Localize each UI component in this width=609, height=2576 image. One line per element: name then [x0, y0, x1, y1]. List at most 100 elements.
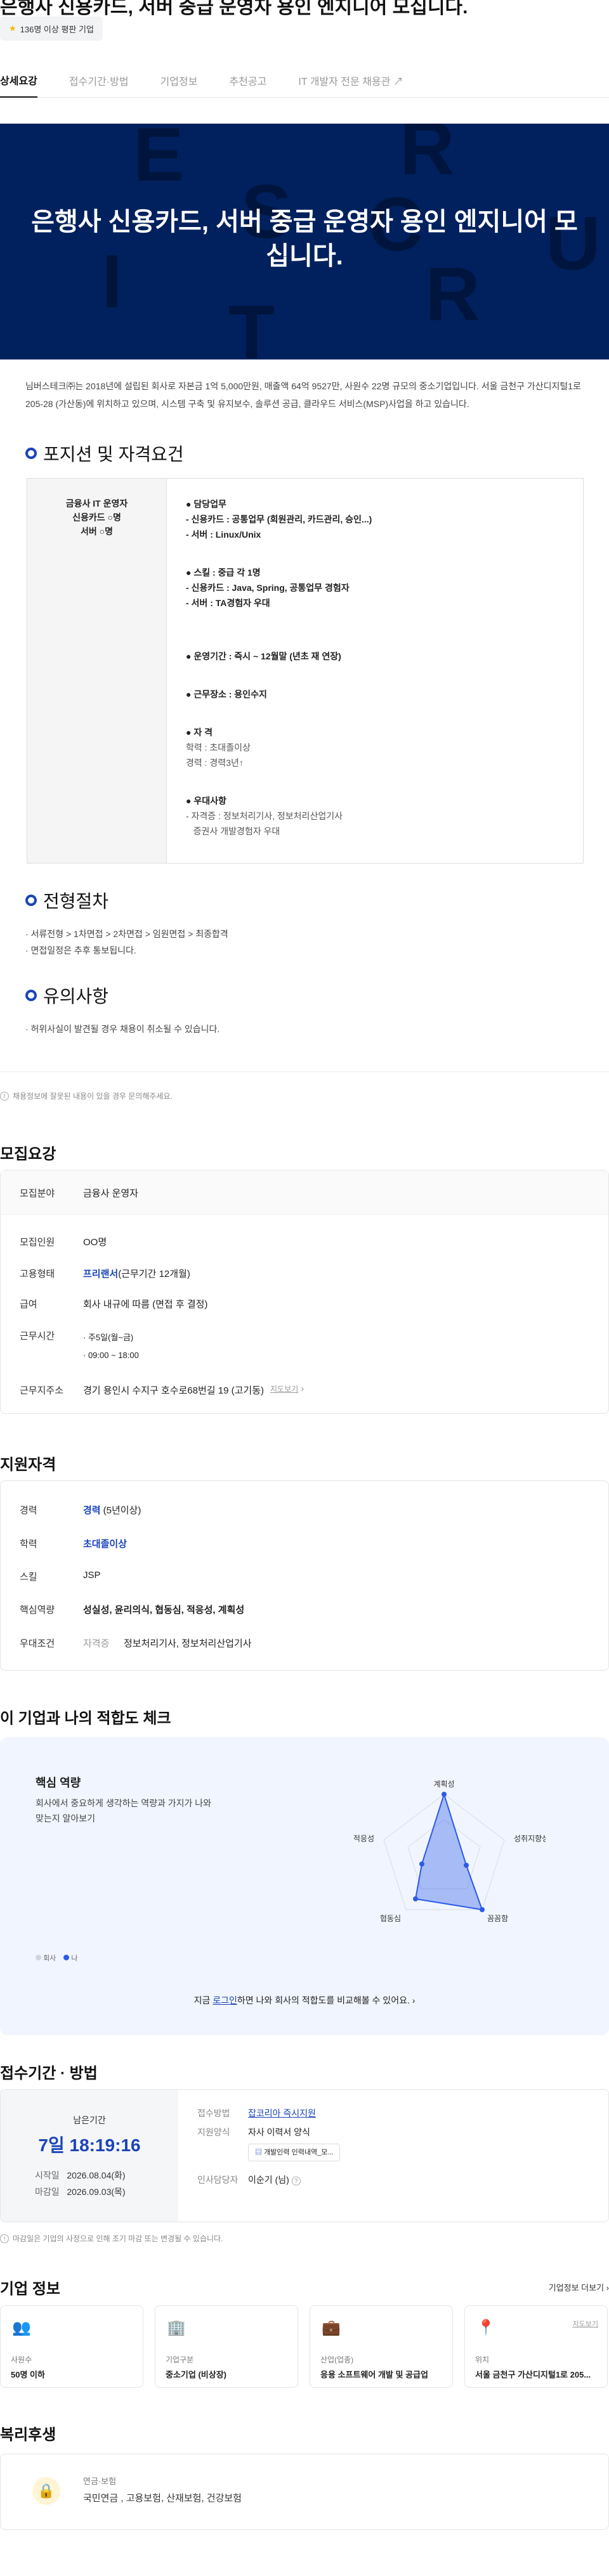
row-subkey: 자격증 [83, 1638, 110, 1649]
axis-label: 성취지향성 [514, 1834, 546, 1843]
building-icon: 🏢 [167, 2319, 186, 2336]
career-value: 경력 [83, 1505, 101, 1516]
tab-recommend[interactable]: 추천공고 [229, 73, 266, 97]
badge-label: 136명 이상 평판 기업 [20, 24, 94, 34]
tab-it-hall[interactable]: IT 개발자 전문 채용관 ↗ [298, 73, 403, 97]
position-table: 금융사 IT 운영자 신용카드 ○명 서버 ○명 ● 담당업무 - 신용카드 :… [27, 478, 584, 864]
qual-line: 학력 : 초대졸이상 [186, 742, 251, 753]
skill-title: ● 스킬 : 중급 각 1명 [186, 567, 261, 578]
apply-detail: 접수방법 잡코리아 즉시지원 지원양식 자사 이력서 양식 ▤ 개발인력 인력내역_… [197, 2104, 341, 2189]
card-label: 산업(업종) [320, 2355, 354, 2364]
caution-text: · 허위사실이 발견될 경우 채용이 취소될 수 있습니다. [25, 1024, 220, 1034]
welfare-box: 🔒 연금·보험 국민연금 , 고용보험, 산재보험, 건강보험 [0, 2454, 609, 2530]
fit-title: 이 기업과 나의 적합도 체크 [0, 1710, 171, 1727]
apply-dates: 시작일 2026.08.04(화) 마감일 2026.09.03(목) [35, 2170, 126, 2197]
row-key: 근무시간 [20, 1331, 55, 1342]
recruit-title: 모집요강 [0, 1146, 56, 1163]
apply-box: 남은기간 7일 18:19:16 시작일 2026.08.04(화) 마감일 2… [0, 2089, 609, 2222]
chevron-right-icon: › [412, 1995, 416, 2005]
radar-chart: 계획성 성취지향성 꼼꼼함 협동심 적응성 [353, 1780, 546, 1923]
info-icon: ! [0, 1091, 9, 1101]
insurance-icon: 🔒 [32, 2477, 60, 2505]
apply-method-link[interactable]: 잡코리아 즉시지원 [248, 2108, 316, 2118]
star-icon: ★ [9, 23, 16, 33]
company-more-link[interactable]: 기업정보 더보기 › [549, 2281, 609, 2293]
row-value: · 주5일(월~금) [83, 1333, 134, 1342]
fit-cta: 지금 로그인하면 나와 회사의 적합도를 비교해볼 수 있어요. › [193, 1995, 416, 2005]
row-value: 정보처리기사, 정보처리산업기사 [124, 1638, 252, 1649]
company-title: 기업 정보 [0, 2281, 60, 2298]
field-value: 금융사 운영자 [83, 1188, 138, 1199]
apply-title: 접수기간 · 방법 [0, 2065, 98, 2082]
card-value: 50명 이하 [11, 2370, 45, 2379]
fit-subtitle: 핵심 역량 [36, 1777, 81, 1789]
card-label: 사원수 [11, 2355, 32, 2364]
fit-box: 핵심 역량 회사에서 중요하게 생각하는 역량과 가지가 나와 맞는지 알아보기… [0, 1737, 609, 2035]
welfare-label: 연금·보험 [83, 2476, 117, 2486]
company-card-type: 🏢 기업구분 중소기업 (비상장) [155, 2305, 298, 2388]
qual-line: 경력 : 경력3년↑ [186, 758, 244, 768]
row-key: 스킬 [20, 1572, 37, 1582]
row-value: OO명 [83, 1237, 107, 1248]
hero-title: 은행사 신용카드, 서버 중급 운영자 용인 엔지니어 모십니다. [31, 208, 578, 270]
axis-label: 계획성 [433, 1780, 454, 1789]
row-key: 급여 [20, 1299, 37, 1310]
company-card-industry: 💼 산업(업종) 응용 소프트웨어 개발 및 공급업 [310, 2305, 453, 2388]
recruit-box: 모집분야 금융사 운영자 모집인원 OO명 고용형태 프리랜서 (근무기간 12개월) … [0, 1170, 609, 1414]
map-link[interactable]: 지도보기 [270, 1383, 298, 1397]
place-line: ● 근무장소 : 용인수지 [186, 689, 267, 699]
tab-detail[interactable]: 상세요강 [0, 72, 37, 98]
company-card-employees: 👥 사원수 50명 이하 [0, 2305, 143, 2388]
bg-letter: E [133, 124, 185, 197]
caution-heading: 유의사항 [25, 983, 108, 1008]
process-text: · 서류전형 > 1차면접 > 2차면접 > 임원면접 > 최종합격 · 면접일… [25, 926, 228, 959]
row-key: 근무지주소 [20, 1385, 64, 1396]
radar-series-me [414, 1792, 483, 1911]
reputation-badge[interactable]: ★ 136명 이상 평판 기업 [0, 16, 103, 41]
pref-title: ● 우대사항 [186, 796, 226, 806]
skill-line: - 신용카드 : Java, Spring, 공통업무 경험자 [186, 583, 350, 593]
fit-desc: 회사에서 중요하게 생각하는 역량과 가지가 나와 맞는지 알아보기 [36, 1798, 212, 1823]
row-key: 모집인원 [20, 1237, 55, 1248]
welfare-value: 국민연금 , 고용보험, 산재보험, 건강보험 [83, 2493, 242, 2504]
position-heading: 포지션 및 자격요건 [25, 441, 184, 466]
support-box: 경력 경력 (5년이상) 학력 초대졸이상 스킬 JSP 핵심역량 성실성, 윤리의식, … [0, 1480, 609, 1671]
position-left-col: 금융사 IT 운영자 신용카드 ○명 서버 ○명 [27, 479, 167, 863]
people-icon: 👥 [12, 2319, 31, 2336]
bg-letter: T [228, 290, 275, 359]
briefcase-icon: 💼 [322, 2319, 341, 2336]
location-pin-icon: 📍 [476, 2319, 495, 2336]
document-icon: ▤ [255, 2149, 262, 2156]
info-icon[interactable]: ? [291, 2177, 301, 2185]
tab-company-info[interactable]: 기업정보 [160, 73, 198, 97]
period-line: ● 운영기간 : 즉시 ~ 12월말 (년초 재 연장) [186, 651, 341, 661]
card-value: 응용 소프트웨어 개발 및 공급업 [320, 2370, 428, 2379]
login-link[interactable]: 로그인 [213, 1995, 237, 2005]
duty-line: - 서버 : Linux/Unix [186, 529, 261, 540]
ring-icon [25, 448, 37, 459]
external-link-icon: ↗ [393, 76, 403, 87]
address-value: 경기 용인시 수지구 호수로68번길 19 (고기동) [83, 1385, 264, 1396]
row-value: · 09:00 ~ 18:00 [83, 1350, 139, 1360]
axis-label: 꼼꼼함 [487, 1914, 508, 1923]
duty-title: ● 담당업무 [186, 499, 226, 509]
support-title: 지원자격 [0, 1456, 56, 1473]
position-count: 신용카드 ○명 [72, 512, 121, 522]
row-key: 경력 [20, 1505, 37, 1516]
field-key: 모집분야 [20, 1188, 55, 1199]
axis-label: 협동심 [380, 1914, 401, 1923]
ring-icon [25, 990, 37, 1001]
form-download-button[interactable]: ▤ 개발인력 인력내역_모... [248, 2144, 341, 2161]
remain-time: 7일 18:19:16 [38, 2135, 141, 2155]
row-value: 성실성, 윤리의식, 협동심, 적응성, 계획성 [83, 1605, 245, 1615]
tab-apply-period[interactable]: 접수기간·방법 [69, 73, 129, 97]
row-key: 학력 [20, 1539, 37, 1550]
card-map-link[interactable]: 지도보기 [573, 2319, 598, 2329]
detail-tabs: 상세요강 접수기간·방법 기업정보 추천공고 IT 개발자 전문 채용관 ↗ [0, 63, 609, 98]
ring-icon [25, 895, 37, 906]
chevron-right-icon: › [301, 1383, 304, 1394]
card-value: 중소기업 (비상장) [166, 2370, 226, 2379]
row-value: (5년이상) [103, 1505, 141, 1516]
employment-type[interactable]: 프리랜서 [83, 1267, 118, 1280]
education-value: 초대졸이상 [83, 1539, 128, 1550]
